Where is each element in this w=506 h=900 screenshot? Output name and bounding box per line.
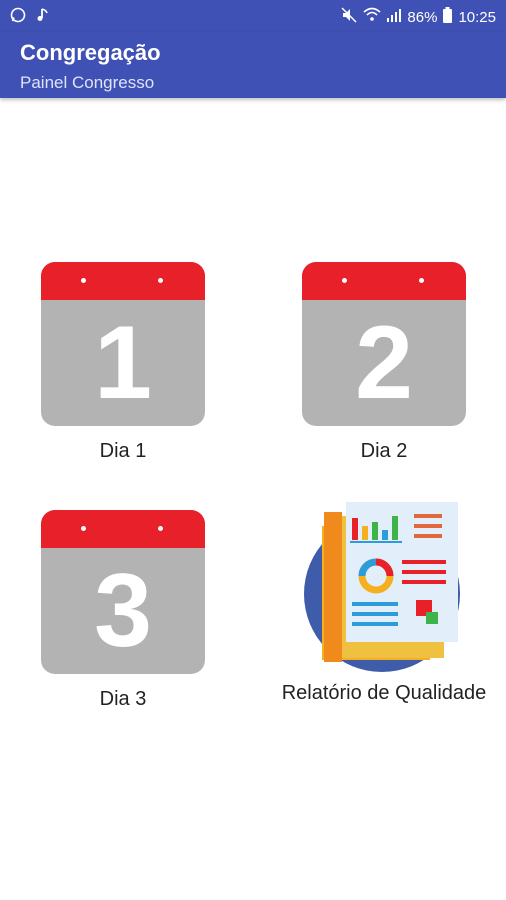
tile-quality-report[interactable]: Relatório de Qualidade (268, 496, 500, 705)
app-bar: Congregação Painel Congresso (0, 32, 506, 98)
tile-label: Dia 3 (99, 688, 147, 710)
clock: 10:25 (458, 8, 496, 26)
tile-dia-3[interactable]: 3 Dia 3 (23, 510, 223, 711)
whatsapp-icon (10, 7, 26, 27)
mute-icon (341, 7, 357, 27)
calendar-day-2-icon[interactable]: 2 (302, 262, 466, 426)
quality-report-icon[interactable] (294, 496, 474, 676)
wifi-icon (363, 7, 381, 27)
calendar-day-1-icon[interactable]: 1 (41, 262, 205, 426)
calendar-day-3-icon[interactable]: 3 (41, 510, 205, 674)
app-title: Congregação (20, 40, 161, 65)
status-bar: 86% 10:25 (0, 0, 506, 32)
tile-label: Relatório de Qualidade (281, 682, 487, 704)
signal-icon (387, 7, 402, 27)
tile-label: Dia 1 (99, 440, 147, 462)
tile-dia-2[interactable]: 2 Dia 2 (284, 262, 484, 463)
tile-dia-1[interactable]: 1 Dia 1 (23, 262, 223, 463)
music-note-icon (36, 7, 50, 27)
battery-icon (443, 7, 453, 27)
battery-percent: 86% (407, 8, 438, 26)
app-subtitle: Painel Congresso (20, 73, 155, 92)
tile-label: Dia 2 (360, 440, 408, 462)
